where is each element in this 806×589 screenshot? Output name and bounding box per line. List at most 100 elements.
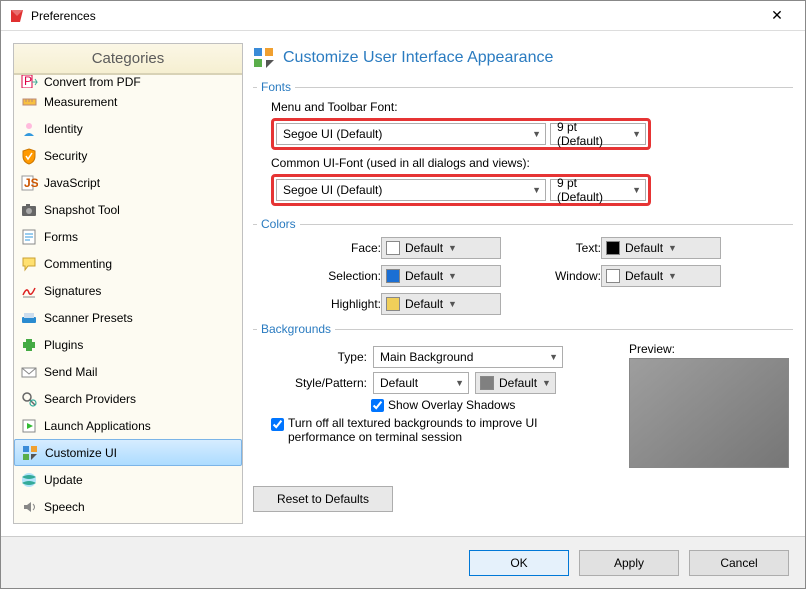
chevron-down-icon: ▼ — [632, 185, 641, 195]
text-swatch — [606, 241, 620, 255]
bg-style-color-value: Default — [499, 376, 537, 390]
common-font-size-combo[interactable]: 9 pt (Default) ▼ — [550, 179, 646, 201]
launchapps-icon — [20, 417, 38, 435]
sidebar-item-label: Signatures — [44, 284, 236, 298]
menu-font-highlight: Segoe UI (Default)▼ 9 pt (Default)▼ — [271, 118, 651, 150]
face-label: Face: — [271, 241, 381, 255]
window-value: Default — [625, 269, 663, 283]
sidebar-item-convertfrompdf[interactable]: PConvert from PDF — [14, 75, 242, 88]
common-font-combo[interactable]: Segoe UI (Default)▼ — [276, 179, 546, 201]
fonts-group-title: Fonts — [257, 80, 295, 94]
bg-style-swatch — [480, 376, 494, 390]
categories-header: Categories — [14, 44, 242, 74]
preview-box — [629, 358, 789, 468]
chevron-down-icon: ▼ — [532, 185, 541, 195]
sidebar-item-javascript[interactable]: JSJavaScript — [14, 169, 242, 196]
colors-group-title: Colors — [257, 217, 300, 231]
bg-style-combo[interactable]: Default▼ — [373, 372, 469, 394]
window-color-button[interactable]: Default▼ — [601, 265, 721, 287]
signatures-icon — [20, 282, 38, 300]
sidebar-item-plugins[interactable]: Plugins — [14, 331, 242, 358]
backgrounds-group-title: Backgrounds — [257, 322, 335, 336]
page-title: Customize User Interface Appearance — [283, 49, 553, 67]
turnoff-textures-checkbox[interactable]: Turn off all textured backgrounds to imp… — [271, 416, 558, 444]
dialog-footer: OK Apply Cancel — [1, 536, 805, 588]
apply-button[interactable]: Apply — [579, 550, 679, 576]
titlebar: Preferences ✕ — [1, 1, 805, 31]
text-color-button[interactable]: Default▼ — [601, 237, 721, 259]
selection-color-button[interactable]: Default ▼ — [381, 265, 501, 287]
chevron-down-icon: ▼ — [448, 271, 457, 281]
sidebar-item-sendmail[interactable]: Send Mail — [14, 358, 242, 385]
sidebar-item-forms[interactable]: Forms — [14, 223, 242, 250]
sidebar-item-identity[interactable]: Identity — [14, 115, 242, 142]
chevron-down-icon: ▼ — [542, 378, 551, 388]
menu-font-combo[interactable]: Segoe UI (Default)▼ — [276, 123, 546, 145]
sidebar-item-commenting[interactable]: Commenting — [14, 250, 242, 277]
javascript-icon: JS — [20, 174, 38, 192]
chevron-down-icon: ▼ — [549, 352, 558, 362]
selection-value: Default — [405, 269, 443, 283]
face-color-button[interactable]: Default▼ — [381, 237, 501, 259]
ok-button[interactable]: OK — [469, 550, 569, 576]
sidebar-item-speech[interactable]: Speech — [14, 493, 242, 520]
sidebar-item-customizeui[interactable]: Customize UI — [14, 439, 242, 466]
bg-type-combo[interactable]: Main Background▼ — [373, 346, 563, 368]
common-font-size-value: 9 pt (Default) — [557, 176, 626, 204]
reset-to-defaults-button[interactable]: Reset to Defaults — [253, 486, 393, 512]
selection-swatch — [386, 269, 400, 283]
chevron-down-icon: ▼ — [448, 243, 457, 253]
sidebar-item-label: Send Mail — [44, 365, 236, 379]
sendmail-icon — [20, 363, 38, 381]
highlight-label: Highlight: — [271, 297, 381, 311]
sidebar-item-label: Identity — [44, 122, 236, 136]
commenting-icon — [20, 255, 38, 273]
forms-icon — [20, 228, 38, 246]
sidebar-item-measurement[interactable]: Measurement — [14, 88, 242, 115]
highlight-swatch — [386, 297, 400, 311]
sidebar-item-label: Forms — [44, 230, 236, 244]
scanner-icon — [20, 309, 38, 327]
sidebar-item-searchproviders[interactable]: Search Providers — [14, 385, 242, 412]
overlay-shadows-label: Show Overlay Shadows — [388, 398, 515, 412]
bg-style-color-button[interactable]: Default ▼ — [475, 372, 556, 394]
sidebar-item-update[interactable]: Update — [14, 466, 242, 493]
customizeui-icon — [21, 444, 39, 462]
svg-text:JS: JS — [24, 176, 38, 190]
chevron-down-icon: ▼ — [455, 378, 464, 388]
fonts-group: Fonts Menu and Toolbar Font: Segoe UI (D… — [253, 87, 793, 214]
bg-style-label: Style/Pattern: — [271, 376, 367, 390]
sidebar-item-launchapps[interactable]: Launch Applications — [14, 412, 242, 439]
menu-font-value: Segoe UI (Default) — [283, 127, 382, 141]
measurement-icon — [20, 93, 38, 111]
categories-panel: Categories PConvert from PDF Measurement I… — [13, 43, 243, 524]
menu-font-size-value: 9 pt (Default) — [557, 120, 626, 148]
menu-font-size-combo[interactable]: 9 pt (Default)▼ — [550, 123, 646, 145]
sidebar-item-label: Snapshot Tool — [44, 203, 236, 217]
menu-font-label: Menu and Toolbar Font: — [271, 100, 789, 114]
categories-list[interactable]: PConvert from PDF Measurement Identity Secu… — [14, 74, 242, 523]
sidebar-item-label: Plugins — [44, 338, 236, 352]
sidebar-item-scanner[interactable]: Scanner Presets — [14, 304, 242, 331]
common-font-label: Common UI-Font (used in all dialogs and … — [271, 156, 789, 170]
close-button[interactable]: ✕ — [757, 7, 797, 24]
sidebar-item-snapshot[interactable]: Snapshot Tool — [14, 196, 242, 223]
overlay-shadows-checkbox[interactable]: Show Overlay Shadows — [371, 398, 515, 412]
highlight-color-button[interactable]: Default▼ — [381, 293, 501, 315]
sidebar-item-signatures[interactable]: Signatures — [14, 277, 242, 304]
snapshot-icon — [20, 201, 38, 219]
selection-label: Selection: — [271, 269, 381, 283]
turnoff-textures-input[interactable] — [271, 418, 284, 431]
sidebar-item-label: Security — [44, 149, 236, 163]
cancel-button[interactable]: Cancel — [689, 550, 789, 576]
window-label: Window: — [501, 269, 601, 283]
sidebar-item-label: Measurement — [44, 95, 236, 109]
overlay-shadows-input[interactable] — [371, 399, 384, 412]
window-swatch — [606, 269, 620, 283]
sidebar-item-security[interactable]: Security — [14, 142, 242, 169]
preview-label: Preview: — [629, 342, 789, 356]
content-panel: Customize User Interface Appearance Font… — [253, 43, 793, 524]
svg-text:P: P — [24, 75, 32, 88]
security-icon — [20, 147, 38, 165]
plugins-icon — [20, 336, 38, 354]
